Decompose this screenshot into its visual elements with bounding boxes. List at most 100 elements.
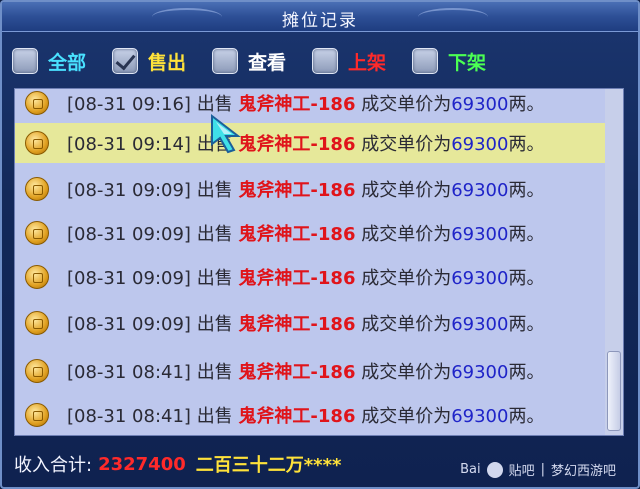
filter-label-3[interactable]: 上架 <box>348 48 386 75</box>
filter-label-4[interactable]: 下架 <box>448 48 486 75</box>
record-unit: 两。 <box>508 406 545 427</box>
watermark-bar: 贴吧 <box>508 464 535 479</box>
record-unit: 两。 <box>508 134 545 155</box>
record-unit: 两。 <box>508 268 545 289</box>
filter-checkbox-2[interactable] <box>212 48 238 74</box>
record-row[interactable]: [08-31 09:16] 出售 鬼斧神工-186 成交单价为69300两。 <box>15 89 605 123</box>
record-action: 出售 <box>196 180 233 201</box>
record-time: [08-31 09:16] <box>67 94 191 115</box>
record-middle: 成交单价为 <box>361 180 452 201</box>
record-row[interactable]: [08-31 08:41] 出售 鬼斧神工-186 成交单价为69300两。 <box>15 351 605 391</box>
coin-icon <box>25 177 49 201</box>
record-text: [08-31 09:09] 出售 鬼斧神工-186 成交单价为69300两。 <box>67 310 544 336</box>
record-price: 69300 <box>451 94 509 115</box>
record-middle: 成交单价为 <box>361 224 452 245</box>
title-ornament-right <box>418 8 488 26</box>
record-text: [08-31 09:09] 出售 鬼斧神工-186 成交单价为69300两。 <box>67 264 544 290</box>
record-item: 鬼斧神工-186 <box>238 134 356 155</box>
record-price: 69300 <box>451 134 509 155</box>
record-unit: 两。 <box>508 180 545 201</box>
filter-bar: 全部 售出 查看 上架 下架 <box>2 36 638 86</box>
record-middle: 成交单价为 <box>361 406 452 427</box>
watermark-brand: Bai <box>460 462 481 477</box>
coin-icon <box>25 403 49 427</box>
record-unit: 两。 <box>508 362 545 383</box>
paw-icon <box>486 461 503 478</box>
coin-icon <box>25 131 49 155</box>
watermark-divider: | <box>540 462 545 477</box>
record-time: [08-31 09:09] <box>67 314 191 335</box>
record-text: [08-31 09:09] 出售 鬼斧神工-186 成交单价为69300两。 <box>67 220 544 246</box>
record-row[interactable]: [08-31 09:09] 出售 鬼斧神工-186 成交单价为69300两。 <box>15 169 605 209</box>
filter-4[interactable]: 下架 <box>412 46 486 76</box>
record-middle: 成交单价为 <box>361 314 452 335</box>
record-row[interactable]: [08-31 08:41] 出售 鬼斧神工-186 成交单价为69300两。 <box>15 395 605 435</box>
record-middle: 成交单价为 <box>361 94 452 115</box>
filter-label-2[interactable]: 查看 <box>248 48 286 75</box>
record-time: [08-31 09:09] <box>67 224 191 245</box>
record-text: [08-31 09:16] 出售 鬼斧神工-186 成交单价为69300两。 <box>67 90 544 116</box>
record-middle: 成交单价为 <box>361 362 452 383</box>
record-price: 69300 <box>451 268 509 289</box>
filter-checkbox-1[interactable] <box>112 48 138 74</box>
record-action: 出售 <box>196 406 233 427</box>
filter-checkbox-0[interactable] <box>12 48 38 74</box>
record-action: 出售 <box>196 224 233 245</box>
record-row[interactable]: [08-31 09:14] 出售 鬼斧神工-186 成交单价为69300两。 <box>15 123 605 163</box>
record-text: [08-31 08:41] 出售 鬼斧神工-186 成交单价为69300两。 <box>67 358 544 384</box>
record-time: [08-31 08:41] <box>67 406 191 427</box>
record-price: 69300 <box>451 224 509 245</box>
coin-icon <box>25 221 49 245</box>
record-price: 69300 <box>451 362 509 383</box>
record-time: [08-31 09:14] <box>67 134 191 155</box>
filter-label-0[interactable]: 全部 <box>48 48 86 75</box>
coin-icon <box>25 311 49 335</box>
record-middle: 成交单价为 <box>361 134 452 155</box>
record-row[interactable]: [08-31 09:09] 出售 鬼斧神工-186 成交单价为69300两。 <box>15 303 605 343</box>
record-middle: 成交单价为 <box>361 268 452 289</box>
record-list[interactable]: [08-31 08:41] 出售 鬼斧神工-186 成交单价为69300两。 [0… <box>14 88 624 436</box>
record-action: 出售 <box>196 94 233 115</box>
record-action: 出售 <box>196 314 233 335</box>
record-item: 鬼斧神工-186 <box>238 94 356 115</box>
record-text: [08-31 08:41] 出售 鬼斧神工-186 成交单价为69300两。 <box>67 402 544 428</box>
watermark: Bai 贴吧 | 梦幻西游吧 <box>460 460 616 479</box>
record-unit: 两。 <box>508 94 545 115</box>
filter-2[interactable]: 查看 <box>212 46 286 76</box>
filter-checkbox-4[interactable] <box>412 48 438 74</box>
record-price: 69300 <box>451 180 509 201</box>
filter-checkbox-3[interactable] <box>312 48 338 74</box>
record-text: [08-31 09:09] 出售 鬼斧神工-186 成交单价为69300两。 <box>67 176 544 202</box>
record-time: [08-31 08:41] <box>67 362 191 383</box>
income-value: 2327400 <box>98 453 186 475</box>
title-bar[interactable]: 摊位记录 <box>2 2 638 32</box>
record-row[interactable]: [08-31 09:09] 出售 鬼斧神工-186 成交单价为69300两。 <box>15 213 605 253</box>
filter-0[interactable]: 全部 <box>12 46 86 76</box>
record-item: 鬼斧神工-186 <box>238 180 356 201</box>
record-time: [08-31 09:09] <box>67 180 191 201</box>
record-time: [08-31 09:09] <box>67 268 191 289</box>
income-summary: 收入合计: 2327400 二百三十二万**** <box>14 446 341 482</box>
record-item: 鬼斧神工-186 <box>238 406 356 427</box>
record-action: 出售 <box>196 362 233 383</box>
window-title: 摊位记录 <box>282 11 358 31</box>
watermark-forum: 梦幻西游吧 <box>550 464 616 479</box>
coin-icon <box>25 91 49 115</box>
filter-1[interactable]: 售出 <box>112 46 186 76</box>
cursor-icon <box>211 114 241 154</box>
scroll-thumb[interactable] <box>607 351 621 431</box>
income-words: 二百三十二万**** <box>195 455 342 476</box>
record-unit: 两。 <box>508 314 545 335</box>
record-price: 69300 <box>451 314 509 335</box>
record-unit: 两。 <box>508 224 545 245</box>
record-item: 鬼斧神工-186 <box>238 268 356 289</box>
record-text: [08-31 09:14] 出售 鬼斧神工-186 成交单价为69300两。 <box>67 130 544 156</box>
coin-icon <box>25 359 49 383</box>
filter-3[interactable]: 上架 <box>312 46 386 76</box>
record-item: 鬼斧神工-186 <box>238 362 356 383</box>
record-row[interactable]: [08-31 09:09] 出售 鬼斧神工-186 成交单价为69300两。 <box>15 257 605 297</box>
filter-label-1[interactable]: 售出 <box>148 48 186 75</box>
stall-record-window: 摊位记录 全部 售出 查看 上架 下架 [08-31 08:41] 出售 鬼斧神工-18… <box>0 0 640 489</box>
scrollbar[interactable] <box>605 89 623 435</box>
coin-icon <box>25 265 49 289</box>
